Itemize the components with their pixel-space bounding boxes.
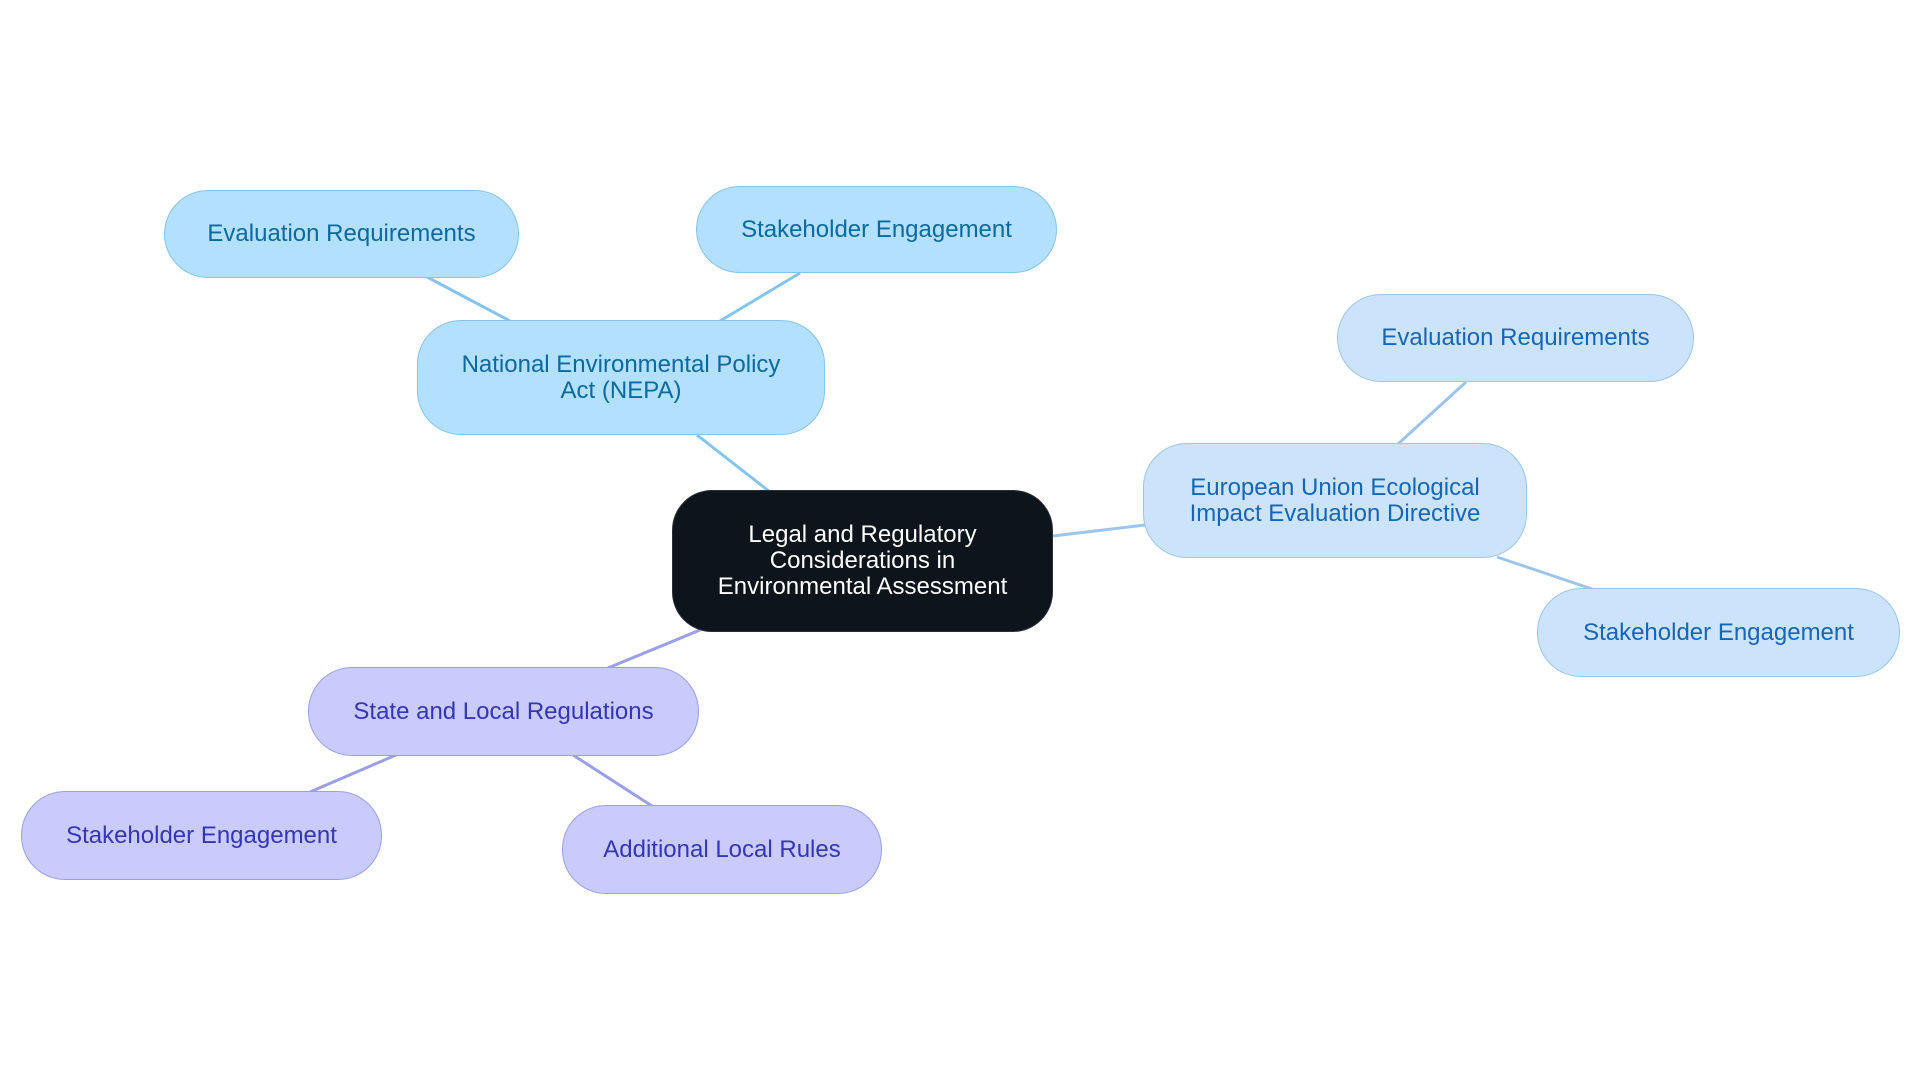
leaf-node-state-stakeholder[interactable]: Stakeholder Engagement bbox=[21, 791, 382, 880]
leaf-node-label: Stakeholder Engagement bbox=[66, 821, 337, 849]
leaf-node-label: Evaluation Requirements bbox=[1381, 324, 1650, 351]
leaf-node-label: Additional Local Rules bbox=[603, 835, 841, 863]
leaf-node-label: Stakeholder Engagement bbox=[741, 215, 1012, 243]
edge-state-stake bbox=[309, 753, 397, 794]
branch-node-nepa[interactable]: National Environmental Policy Act (NEPA) bbox=[417, 320, 825, 435]
edge-state-additional bbox=[572, 753, 653, 808]
branch-node-eu-directive[interactable]: European Union Ecological Impact Evaluat… bbox=[1143, 443, 1527, 558]
branch-node-label: State and Local Regulations bbox=[353, 697, 654, 725]
edge-eu-stake bbox=[1496, 555, 1593, 591]
leaf-node-nepa-evaluation[interactable]: Evaluation Requirements bbox=[164, 190, 519, 278]
leaf-node-eu-evaluation[interactable]: Evaluation Requirements bbox=[1337, 294, 1694, 382]
leaf-node-eu-stakeholder[interactable]: Stakeholder Engagement bbox=[1537, 588, 1900, 677]
edge-root-state bbox=[607, 628, 701, 670]
leaf-node-label: Stakeholder Engagement bbox=[1583, 618, 1854, 646]
edge-root-nepa bbox=[696, 433, 771, 494]
edge-eu-eval bbox=[1396, 380, 1468, 446]
leaf-node-label: Evaluation Requirements bbox=[207, 220, 476, 247]
edge-nepa-stake bbox=[719, 271, 801, 323]
edge-root-eu bbox=[1052, 523, 1146, 538]
branch-node-label: European Union Ecological Impact Evaluat… bbox=[1189, 473, 1481, 527]
leaf-node-nepa-stakeholder[interactable]: Stakeholder Engagement bbox=[696, 186, 1057, 273]
root-node-label: Legal and Regulatory Considerations in E… bbox=[717, 521, 1008, 600]
leaf-node-additional-local-rules[interactable]: Additional Local Rules bbox=[562, 805, 882, 894]
edge-nepa-eval bbox=[426, 275, 511, 323]
branch-node-state-local[interactable]: State and Local Regulations bbox=[308, 667, 699, 756]
branch-node-label: National Environmental Policy Act (NEPA) bbox=[461, 350, 781, 404]
root-node[interactable]: Legal and Regulatory Considerations in E… bbox=[672, 490, 1053, 632]
